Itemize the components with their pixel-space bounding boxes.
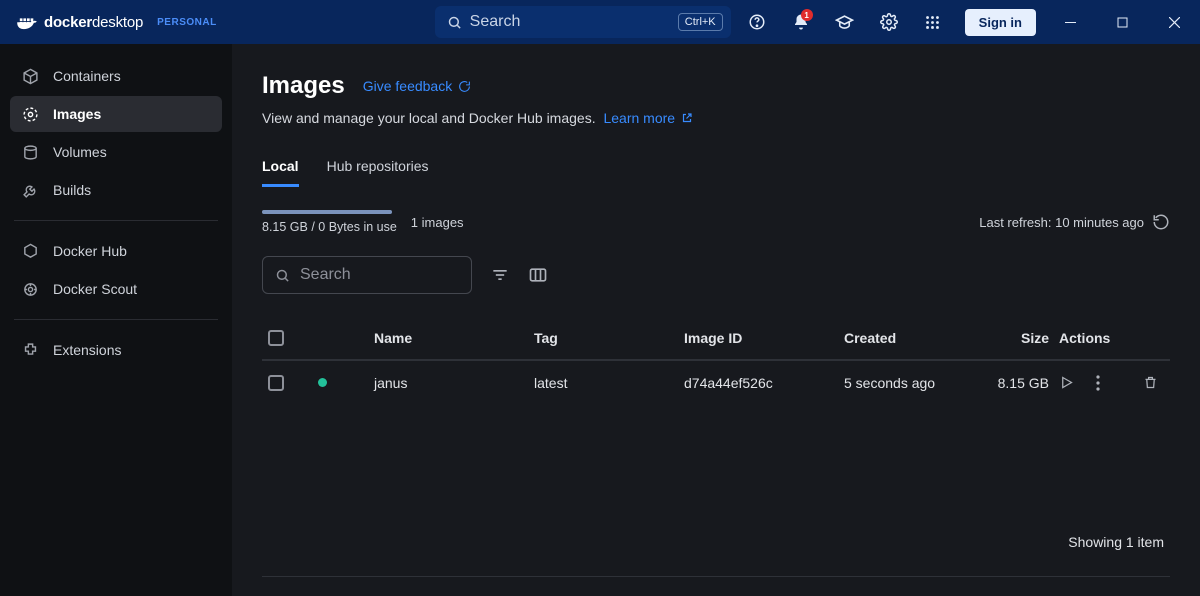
more-button[interactable]: [1096, 375, 1100, 391]
sidebar-item-label: Containers: [53, 68, 121, 84]
columns-icon: [528, 265, 548, 285]
tab-local[interactable]: Local: [262, 152, 299, 187]
maximize-icon: [1117, 17, 1128, 28]
sidebar-separator: [14, 220, 218, 221]
page-subtitle: View and manage your local and Docker Hu…: [262, 110, 1170, 126]
cell-imageid: d74a44ef526c: [684, 375, 844, 391]
sidebar-item-dockerhub[interactable]: Docker Hub: [10, 233, 222, 269]
cell-size: 8.15 GB: [964, 375, 1059, 391]
titlebar: dockerdesktop PERSONAL Search Ctrl+K 1 S…: [0, 0, 1200, 44]
sidebar-item-extensions[interactable]: Extensions: [10, 332, 222, 368]
filter-button[interactable]: [490, 265, 510, 285]
last-refresh: Last refresh: 10 minutes ago: [979, 215, 1144, 230]
learn-more-link[interactable]: Learn more: [603, 110, 693, 126]
search-kbd: Ctrl+K: [678, 13, 723, 31]
images-icon: [22, 106, 39, 123]
showing-count: Showing 1 item: [262, 534, 1170, 550]
trash-icon: [1143, 375, 1158, 390]
disk-usage-text: 8.15 GB / 0 Bytes in use: [262, 220, 397, 234]
settings-button[interactable]: [871, 4, 907, 40]
kebab-icon: [1096, 375, 1100, 391]
maximize-button[interactable]: [1100, 6, 1144, 38]
give-feedback-link[interactable]: Give feedback: [363, 78, 472, 94]
refresh-button[interactable]: [1152, 213, 1170, 231]
delete-button[interactable]: [1143, 375, 1191, 390]
play-icon: [1059, 375, 1074, 390]
tier-badge: PERSONAL: [157, 17, 217, 28]
extensions-icon: [22, 342, 39, 359]
sidebar-item-builds[interactable]: Builds: [10, 172, 222, 208]
select-all-checkbox[interactable]: [268, 330, 284, 346]
cell-created: 5 seconds ago: [844, 375, 964, 391]
external-link-icon: [681, 112, 693, 124]
builds-icon: [22, 182, 39, 199]
col-imageid[interactable]: Image ID: [684, 330, 844, 346]
sidebar-item-label: Images: [53, 106, 101, 122]
feedback-icon: [458, 80, 471, 93]
cell-tag: latest: [534, 375, 684, 391]
minimize-button[interactable]: [1048, 6, 1092, 38]
gear-icon: [880, 13, 898, 31]
sidebar-item-label: Builds: [53, 182, 91, 198]
sidebar-item-volumes[interactable]: Volumes: [10, 134, 222, 170]
run-button[interactable]: [1059, 375, 1074, 390]
refresh-icon: [1152, 213, 1170, 231]
logo-text-a: docker: [44, 14, 92, 31]
graduation-icon: [835, 13, 854, 32]
disk-usage-bar: [262, 210, 392, 214]
sidebar: Containers Images Volumes Builds Docker …: [0, 44, 232, 596]
page-title: Images: [262, 72, 345, 100]
help-button[interactable]: [739, 4, 775, 40]
learning-button[interactable]: [827, 4, 863, 40]
volumes-icon: [22, 144, 39, 161]
help-icon: [748, 13, 766, 31]
notifications-button[interactable]: 1: [783, 4, 819, 40]
col-created[interactable]: Created: [844, 330, 964, 346]
search-icon: [447, 15, 462, 30]
sidebar-item-label: Volumes: [53, 144, 107, 160]
row-checkbox[interactable]: [268, 375, 284, 391]
close-button[interactable]: [1152, 6, 1196, 38]
apps-button[interactable]: [915, 4, 951, 40]
main-content: Images Give feedback View and manage you…: [232, 44, 1200, 596]
images-table: Name Tag Image ID Created Size Actions j…: [262, 316, 1170, 404]
logo-text-b: desktop: [92, 14, 143, 31]
sidebar-item-label: Docker Hub: [53, 243, 127, 259]
images-search[interactable]: Search: [262, 256, 472, 294]
col-tag[interactable]: Tag: [534, 330, 684, 346]
notif-count: 1: [801, 9, 813, 21]
sidebar-item-label: Docker Scout: [53, 281, 137, 297]
cell-name: janus: [374, 375, 534, 391]
search-icon: [275, 268, 290, 283]
minimize-icon: [1065, 17, 1076, 28]
sidebar-item-label: Extensions: [53, 342, 121, 358]
hub-icon: [22, 243, 39, 260]
sidebar-item-scout[interactable]: Docker Scout: [10, 271, 222, 307]
filter-icon: [490, 265, 510, 285]
scout-icon: [22, 281, 39, 298]
table-row[interactable]: janus latest d74a44ef526c 5 seconds ago …: [262, 360, 1170, 404]
image-count: 1 images: [411, 215, 464, 230]
table-header: Name Tag Image ID Created Size Actions: [262, 316, 1170, 360]
docker-icon: [16, 13, 38, 31]
tab-hub[interactable]: Hub repositories: [327, 152, 429, 187]
global-search[interactable]: Search Ctrl+K: [435, 6, 731, 38]
col-actions: Actions: [1059, 330, 1143, 346]
search-placeholder: Search: [470, 13, 521, 31]
images-search-placeholder: Search: [300, 266, 351, 284]
sidebar-separator: [14, 319, 218, 320]
sidebar-item-images[interactable]: Images: [10, 96, 222, 132]
sidebar-item-containers[interactable]: Containers: [10, 58, 222, 94]
close-icon: [1169, 17, 1180, 28]
app-logo: dockerdesktop PERSONAL: [16, 13, 217, 31]
col-name[interactable]: Name: [374, 330, 534, 346]
columns-button[interactable]: [528, 265, 548, 285]
col-size[interactable]: Size: [964, 330, 1059, 346]
status-dot: [318, 378, 327, 387]
container-icon: [22, 68, 39, 85]
grid-icon: [924, 14, 941, 31]
tabs: Local Hub repositories: [262, 152, 1170, 188]
signin-button[interactable]: Sign in: [965, 9, 1036, 36]
